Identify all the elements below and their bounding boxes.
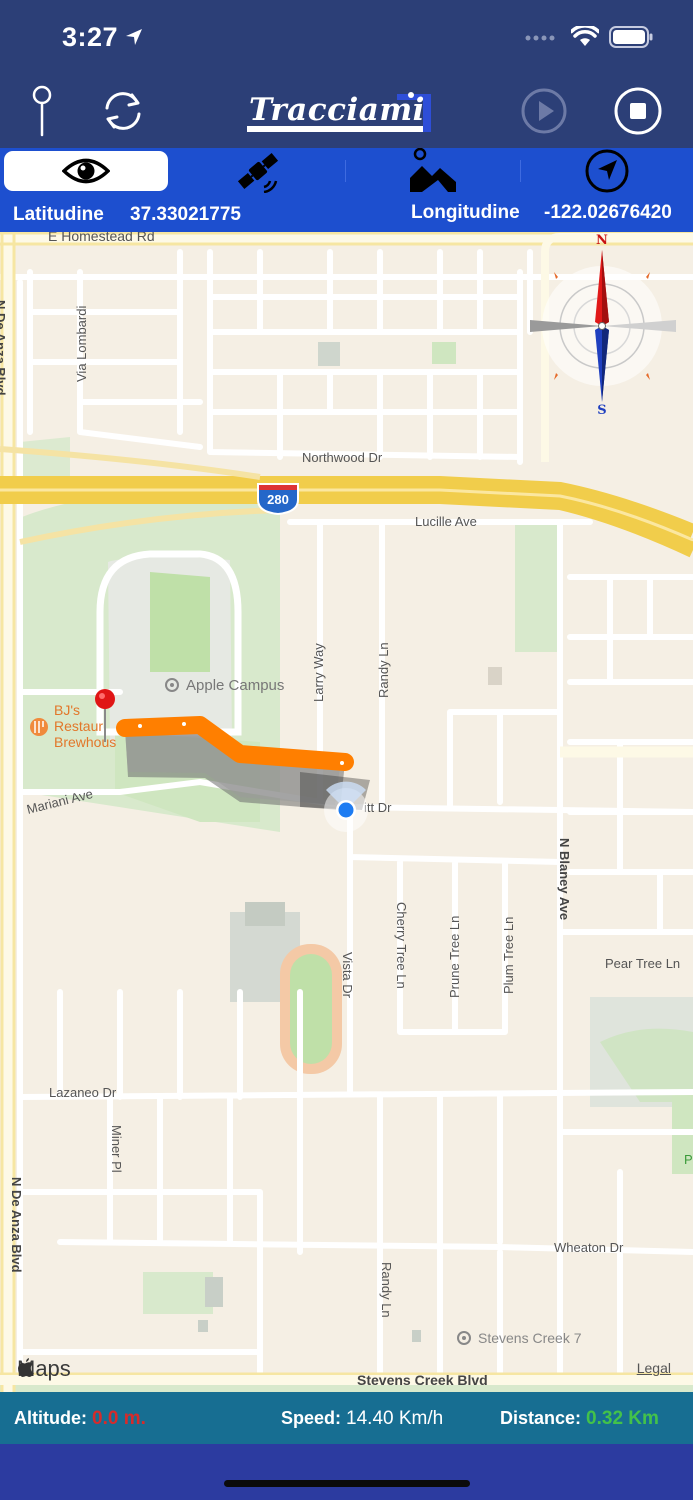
altitude-value: 0.0 m. [92, 1408, 146, 1429]
tab-terrain[interactable] [350, 148, 516, 192]
apple-maps-attribution: Maps [17, 1356, 71, 1382]
tab-separator [520, 160, 521, 182]
stop-icon [614, 87, 662, 135]
app-header: 3:27 Tracciami [0, 0, 693, 148]
stats-bar: Altitude: 0.0 m. Speed: 14.40 Km/h Dista… [0, 1392, 693, 1444]
coordinates-bar: Latitudine 37.33021775 Longitudine -122.… [0, 194, 693, 232]
street-label: Cherry Tree Ln [394, 902, 409, 989]
legal-link[interactable]: Legal [637, 1360, 671, 1376]
refresh-icon [105, 92, 141, 130]
pin-button[interactable] [15, 84, 69, 138]
tab-satellite[interactable] [176, 151, 342, 193]
home-indicator[interactable] [224, 1480, 470, 1487]
street-label: N De Anza Blvd [9, 1177, 24, 1273]
play-icon [521, 88, 567, 134]
street-label: Via Lombardi [74, 306, 89, 382]
map-canvas: E Homestead Rd Via Lombardi Northwood Dr… [0, 232, 693, 1392]
tab-navigation[interactable] [524, 149, 690, 193]
street-label: Randy Ln [379, 1262, 394, 1318]
latitude-value: 37.33021775 [130, 204, 241, 225]
highway-shield-icon: 280 [257, 483, 299, 516]
current-location-icon [324, 781, 368, 832]
poi-label: Restaur [54, 718, 103, 734]
mountain-icon [410, 148, 456, 192]
stevens-creek-7-poi[interactable]: Stevens Creek 7 [457, 1330, 582, 1346]
street-label: Wheaton Dr [554, 1240, 624, 1255]
eye-icon [62, 158, 110, 184]
poi-label: Stevens Creek 7 [478, 1330, 582, 1346]
street-label: Lucille Ave [415, 514, 477, 529]
speed-label: Speed: [281, 1408, 342, 1428]
location-services-icon [126, 29, 142, 45]
latitude-label: Latitudine [13, 204, 104, 225]
tab-view[interactable] [4, 151, 168, 191]
street-label: Larry Way [311, 643, 326, 702]
street-label: Vista Dr [340, 952, 355, 999]
altitude-stat: Altitude: 0.0 m. [14, 1408, 146, 1430]
partial-poi-label: P [684, 1152, 693, 1167]
highway-number: 280 [267, 492, 289, 507]
status-indicators [525, 26, 653, 48]
poi-label: BJ's [54, 702, 80, 718]
play-button[interactable] [517, 84, 571, 138]
street-label: Pear Tree Ln [605, 956, 680, 971]
speed-value: 14.40 Km/h [346, 1408, 444, 1429]
apple-logo-icon [18, 1358, 34, 1377]
battery-icon [609, 26, 653, 48]
distance-stat: Distance: 0.32 Km [500, 1408, 659, 1430]
street-label: E Homestead Rd [48, 232, 155, 244]
cellular-signal-icon [525, 35, 555, 41]
location-arrow-icon [585, 149, 629, 193]
speed-stat: Speed: 14.40 Km/h [281, 1408, 443, 1430]
longitude-value: -122.02676420 [544, 202, 672, 223]
satellite-icon [237, 153, 279, 193]
compass-icon: N S [530, 233, 676, 418]
street-label: Prune Tree Ln [447, 916, 462, 998]
home-indicator-area [0, 1444, 693, 1500]
compass-north-label: N [596, 233, 608, 248]
refresh-button[interactable] [96, 84, 150, 138]
street-label: Randy Ln [376, 642, 391, 698]
poi-label: Apple Campus [186, 677, 284, 694]
street-label: N Blaney Ave [557, 838, 572, 920]
logo-text: Tracciami [249, 92, 425, 128]
wifi-icon [571, 26, 599, 46]
street-label: Lazaneo Dr [49, 1085, 117, 1100]
street-label: Northwood Dr [302, 450, 383, 465]
map-view[interactable]: E Homestead Rd Via Lombardi Northwood Dr… [0, 232, 693, 1392]
street-label: itt Dr [364, 800, 392, 815]
altitude-label: Altitude: [14, 1408, 87, 1428]
distance-value: 0.32 Km [586, 1408, 659, 1429]
street-label: Stevens Creek Blvd [357, 1372, 488, 1388]
street-label: Miner Pl [109, 1125, 124, 1173]
longitude-label: Longitudine [411, 202, 520, 223]
street-label: Plum Tree Ln [501, 917, 516, 994]
status-time: 3:27 [62, 22, 119, 52]
distance-label: Distance: [500, 1408, 582, 1428]
compass-south-label: S [597, 403, 606, 418]
app-logo: Tracciami [247, 90, 433, 134]
tab-separator [345, 160, 346, 182]
stop-button[interactable] [611, 84, 665, 138]
street-label: N De Anza Blvd [0, 300, 8, 396]
poi-label: Brewhous [54, 734, 116, 750]
pin-icon [32, 85, 52, 137]
map-type-tabs [0, 148, 693, 194]
